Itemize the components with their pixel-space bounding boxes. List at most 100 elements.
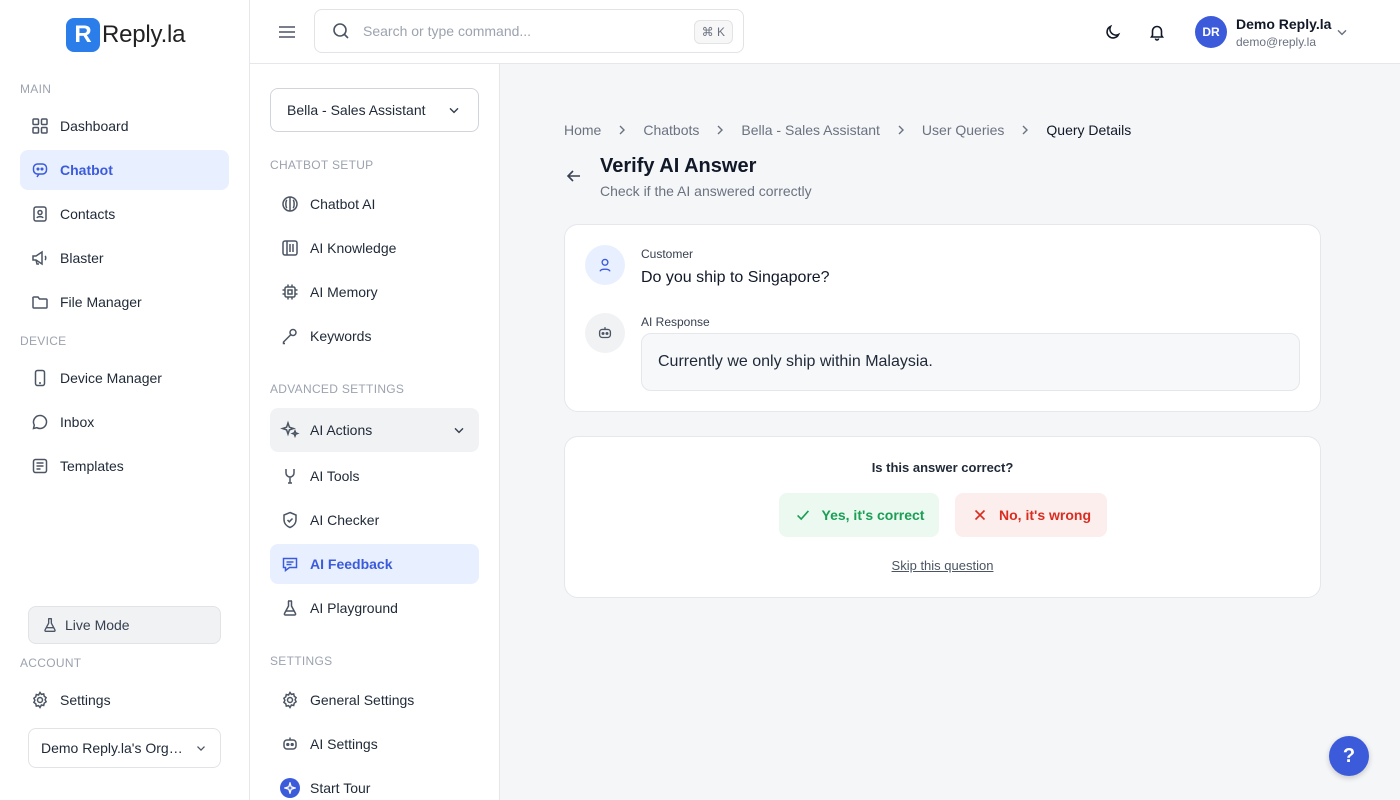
bot-icon — [585, 313, 625, 353]
sidebar-item-blaster[interactable]: Blaster — [20, 238, 229, 278]
close-icon — [971, 506, 989, 524]
search-placeholder: Search or type command... — [363, 23, 532, 39]
verification-card: Is this answer correct? Yes, it's correc… — [564, 436, 1321, 598]
sidebar-item-templates[interactable]: Templates — [20, 446, 229, 486]
sidebar-item-label: Inbox — [60, 414, 95, 430]
chevron-right-icon — [1018, 123, 1032, 137]
customer-label: Customer — [641, 247, 694, 261]
flask-icon — [41, 616, 59, 634]
subnav-item-general-settings[interactable]: General Settings — [270, 680, 479, 720]
subnav-item-label: AI Feedback — [310, 556, 393, 572]
avatar[interactable]: DR — [1195, 16, 1227, 48]
breadcrumb-chatbots[interactable]: Chatbots — [643, 122, 699, 138]
subnav-item-keywords[interactable]: Keywords — [270, 316, 479, 356]
subnav-item-label: AI Knowledge — [310, 240, 397, 256]
chevron-down-icon — [446, 102, 462, 118]
folder-icon — [30, 292, 50, 312]
chatbot-select[interactable]: Bella - Sales Assistant — [270, 88, 479, 132]
gear-icon — [280, 690, 300, 710]
subnav-item-ai-memory[interactable]: AI Memory — [270, 272, 479, 312]
sidebar-item-inbox[interactable]: Inbox — [20, 402, 229, 442]
skip-question-link[interactable]: Skip this question — [892, 558, 994, 573]
logo-icon: R — [66, 18, 100, 52]
template-icon — [30, 456, 50, 476]
breadcrumb-home[interactable]: Home — [564, 122, 601, 138]
subnav-item-chatbot-ai[interactable]: Chatbot AI — [270, 184, 479, 224]
arrow-left-icon[interactable] — [564, 166, 584, 186]
subnav-item-label: AI Checker — [310, 512, 380, 528]
chatbot-select-value: Bella - Sales Assistant — [287, 102, 426, 118]
gear-icon — [30, 690, 50, 710]
key-icon — [280, 326, 300, 346]
bell-icon[interactable] — [1147, 22, 1167, 42]
ai-answer: Currently we only ship within Malaysia. — [641, 333, 1300, 391]
menu-icon[interactable] — [276, 21, 298, 43]
sidebar-item-device-manager[interactable]: Device Manager — [20, 358, 229, 398]
flask-icon — [280, 598, 300, 618]
mark-wrong-label: No, it's wrong — [999, 507, 1091, 523]
subnav-item-label: AI Memory — [310, 284, 378, 300]
organization-name: Demo Reply.la's Organization — [41, 740, 187, 756]
sidebar-item-file-manager[interactable]: File Manager — [20, 282, 229, 322]
live-mode-toggle[interactable]: Live Mode — [28, 606, 221, 644]
phone-icon — [30, 368, 50, 388]
chevron-right-icon — [713, 123, 727, 137]
search-icon — [331, 21, 351, 41]
subnav-item-label: AI Playground — [310, 600, 398, 616]
subnav-item-ai-settings[interactable]: AI Settings — [270, 724, 479, 764]
subnav-item-label: Chatbot AI — [310, 196, 376, 212]
compass-icon — [280, 778, 300, 798]
subnav-item-start-tour[interactable]: Start Tour — [270, 768, 479, 800]
chevron-right-icon — [894, 123, 908, 137]
chip-icon — [280, 282, 300, 302]
message-lines-icon — [280, 554, 300, 574]
chevron-down-icon[interactable] — [1334, 24, 1350, 40]
subnav-item-label: Keywords — [310, 328, 372, 344]
chevron-right-icon — [615, 123, 629, 137]
moon-icon[interactable] — [1103, 22, 1123, 42]
organization-select[interactable]: Demo Reply.la's Organization — [28, 728, 221, 768]
subnav-item-ai-tools[interactable]: AI Tools — [270, 456, 479, 496]
sidebar-item-label: Settings — [60, 692, 111, 708]
mark-correct-button[interactable]: Yes, it's correct — [779, 493, 939, 537]
skip-row: Skip this question — [565, 558, 1320, 573]
subnav-item-label: AI Actions — [310, 422, 373, 438]
chat-bubble-icon — [30, 412, 50, 432]
chevron-down-icon — [194, 741, 208, 755]
megaphone-icon — [30, 248, 50, 268]
help-button[interactable]: ? — [1329, 736, 1369, 776]
subnav-item-ai-playground[interactable]: AI Playground — [270, 588, 479, 628]
sidebar-item-contacts[interactable]: Contacts — [20, 194, 229, 234]
subnav-item-ai-knowledge[interactable]: AI Knowledge — [270, 228, 479, 268]
chevron-down-icon — [451, 422, 467, 438]
section-label-settings: SETTINGS — [270, 654, 333, 668]
sidebar-item-label: Dashboard — [60, 118, 129, 134]
subnav-item-label: General Settings — [310, 692, 415, 708]
sidebar-item-dashboard[interactable]: Dashboard — [20, 106, 229, 146]
check-icon — [794, 506, 812, 524]
subnav-group-ai-actions[interactable]: AI Actions — [270, 408, 479, 452]
mark-correct-label: Yes, it's correct — [821, 507, 925, 523]
sparkles-icon — [280, 420, 300, 440]
breadcrumb-chatbot-name[interactable]: Bella - Sales Assistant — [741, 122, 880, 138]
subnav-item-ai-checker[interactable]: AI Checker — [270, 500, 479, 540]
subnav-item-label: Start Tour — [310, 780, 371, 796]
sidebar-item-chatbot[interactable]: Chatbot — [20, 150, 229, 190]
user-name[interactable]: Demo Reply.la — [1236, 16, 1331, 32]
logo[interactable]: R Reply.la — [66, 18, 186, 52]
sidebar-item-label: Chatbot — [60, 162, 113, 178]
bot-icon — [280, 734, 300, 754]
ai-response-label: AI Response — [641, 315, 710, 329]
user-email: demo@reply.la — [1236, 35, 1316, 49]
sidebar-item-label: Blaster — [60, 250, 104, 266]
breadcrumb: Home Chatbots Bella - Sales Assistant Us… — [564, 122, 1131, 138]
subnav-item-ai-feedback[interactable]: AI Feedback — [270, 544, 479, 584]
contact-card-icon — [30, 204, 50, 224]
mark-wrong-button[interactable]: No, it's wrong — [955, 493, 1107, 537]
breadcrumb-user-queries[interactable]: User Queries — [922, 122, 1004, 138]
tools-icon — [280, 466, 300, 486]
live-mode-label: Live Mode — [65, 617, 130, 633]
sidebar-item-settings[interactable]: Settings — [20, 680, 229, 720]
chatbot-sidebar: Bella - Sales Assistant CHATBOT SETUP Ch… — [250, 64, 500, 800]
search-input[interactable]: Search or type command... ⌘ K — [314, 9, 744, 53]
